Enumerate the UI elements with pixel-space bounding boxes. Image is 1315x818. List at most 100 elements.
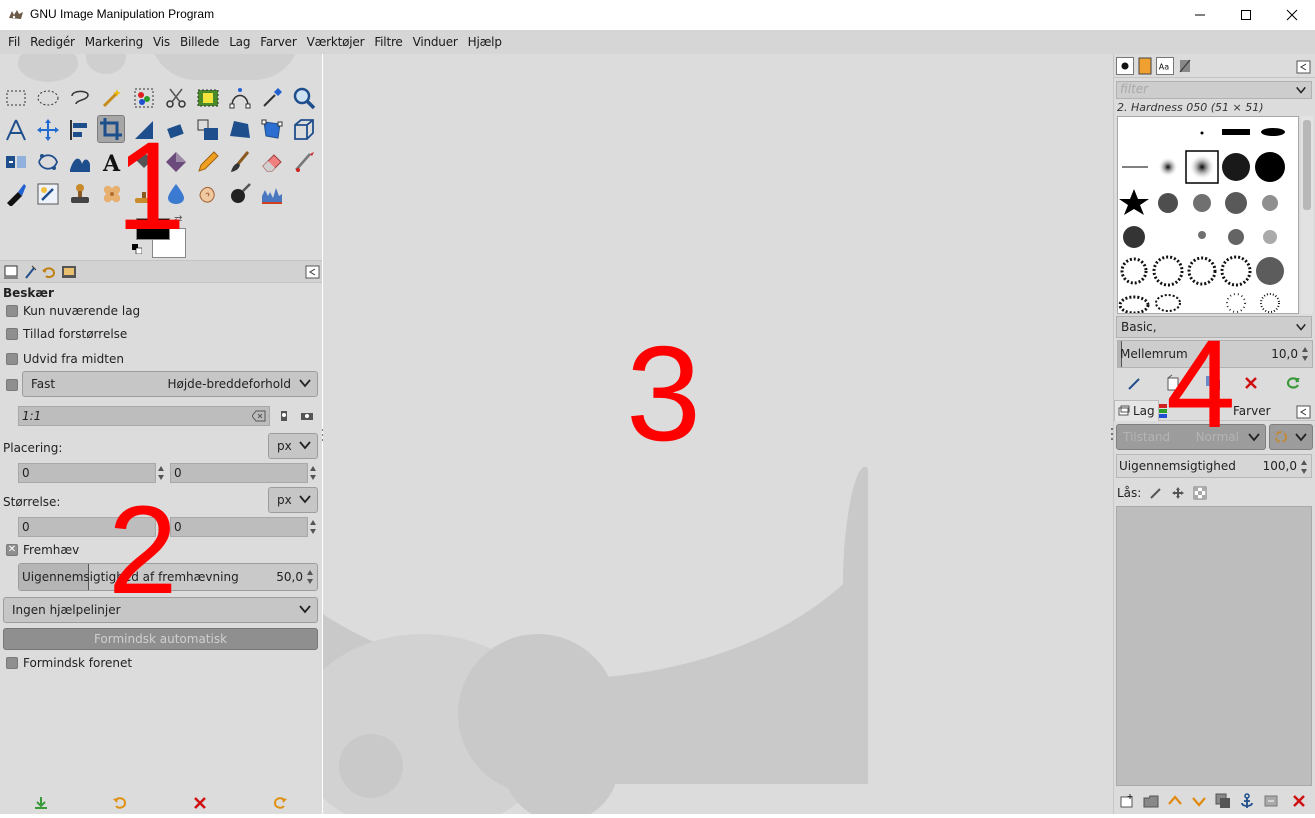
configure-tab-icon[interactable] [1295, 403, 1313, 421]
spin-arrows-icon[interactable] [1300, 344, 1310, 364]
allow-growing-checkbox[interactable] [6, 328, 18, 340]
menu-file[interactable]: Fil [3, 35, 25, 49]
position-y-input[interactable]: 0 [170, 463, 308, 483]
delete-options-icon[interactable] [192, 795, 208, 811]
fuzzy-select-tool[interactable] [98, 84, 126, 112]
unified-transform-tool[interactable] [258, 116, 286, 144]
clone-tool[interactable] [66, 180, 94, 208]
zoom-tool[interactable] [290, 84, 318, 112]
dodge-burn-tool[interactable] [226, 180, 254, 208]
shear-tool[interactable] [194, 116, 222, 144]
menu-image[interactable]: Billede [175, 35, 224, 49]
undo-history-tab-icon[interactable] [40, 264, 58, 280]
landscape-icon[interactable] [300, 410, 314, 422]
anchor-layer-icon[interactable] [1238, 792, 1256, 810]
expand-from-center-checkbox[interactable] [6, 353, 18, 365]
delete-layer-icon[interactable] [1290, 792, 1308, 810]
foreground-select-tool[interactable] [194, 84, 222, 112]
layer-list[interactable] [1116, 506, 1312, 786]
configure-tab-icon[interactable] [304, 264, 322, 280]
chevron-down-icon[interactable] [1295, 84, 1307, 96]
menu-view[interactable]: Vis [148, 35, 175, 49]
align-tool[interactable] [66, 116, 94, 144]
menu-colors[interactable]: Farver [255, 35, 301, 49]
lock-alpha-icon[interactable] [1193, 486, 1207, 500]
delete-brush-icon[interactable] [1242, 374, 1260, 392]
brush-scrollbar[interactable] [1301, 116, 1313, 314]
raise-layer-icon[interactable] [1166, 792, 1184, 810]
document-history-tab-icon[interactable] [1176, 57, 1194, 75]
smudge-tool[interactable] [194, 180, 222, 208]
device-status-tab-icon[interactable] [22, 264, 40, 280]
lock-position-icon[interactable] [1171, 486, 1185, 500]
airbrush-tool[interactable] [290, 148, 318, 176]
color-picker-tool[interactable] [258, 84, 286, 112]
position-x-input[interactable]: 0 [18, 463, 156, 483]
highlight-row[interactable]: ✕ Fremhæv [6, 541, 79, 559]
size-unit-combo[interactable]: px [268, 487, 318, 513]
restore-options-icon[interactable] [112, 795, 128, 811]
select-by-color-tool[interactable] [130, 84, 158, 112]
move-tool[interactable] [34, 116, 62, 144]
fixed-mode-combo[interactable]: Fast Højde-breddeforhold [22, 371, 318, 397]
resize-grip-icon[interactable] [1110, 426, 1114, 446]
save-options-icon[interactable] [33, 795, 49, 811]
minimize-button[interactable] [1177, 0, 1223, 30]
menu-edit[interactable]: Redigér [25, 35, 80, 49]
layers-tab[interactable]: Lag [1114, 400, 1159, 421]
close-button[interactable] [1269, 0, 1315, 30]
spin-arrows-icon[interactable] [156, 463, 166, 483]
spin-arrows-icon[interactable] [308, 463, 318, 483]
paths-tool[interactable] [226, 84, 254, 112]
tool-options-tab-icon[interactable] [2, 264, 20, 280]
current-layer-only-row[interactable]: Kun nuværende lag [6, 302, 140, 320]
lower-layer-icon[interactable] [1190, 792, 1208, 810]
fonts-tab-icon[interactable]: Aa [1156, 57, 1174, 75]
position-unit-combo[interactable]: px [268, 433, 318, 459]
new-layer-group-icon[interactable] [1142, 792, 1160, 810]
refresh-brushes-icon[interactable] [1284, 374, 1302, 392]
menu-filters[interactable]: Filtre [369, 35, 407, 49]
size-height-input[interactable]: 0 [170, 517, 308, 537]
measure-tool[interactable] [2, 116, 30, 144]
maximize-button[interactable] [1223, 0, 1269, 30]
pencil-tool[interactable] [194, 148, 222, 176]
eraser-tool[interactable] [258, 148, 286, 176]
spin-arrows-icon[interactable] [1299, 457, 1309, 477]
scrollbar-thumb[interactable] [1303, 120, 1311, 210]
spin-arrows-icon[interactable] [305, 567, 315, 587]
warp-transform-tool[interactable] [34, 148, 62, 176]
mypaint-brush-tool[interactable] [34, 180, 62, 208]
smudge-warp-tool[interactable] [66, 148, 94, 176]
fixed-checkbox[interactable] [6, 379, 18, 391]
scissors-select-tool[interactable] [162, 84, 190, 112]
clear-input-icon[interactable] [252, 410, 266, 422]
highlight-checkbox[interactable]: ✕ [6, 544, 18, 556]
patterns-tab-icon[interactable] [1136, 57, 1154, 75]
layer-mode-switch[interactable] [1269, 424, 1313, 450]
image-canvas[interactable] [323, 54, 1113, 814]
shrink-merged-checkbox[interactable] [6, 657, 18, 669]
layer-opacity-slider[interactable]: Uigennemsigtighed 100,0 [1116, 454, 1312, 478]
brush-grid[interactable] [1117, 116, 1299, 314]
menu-help[interactable]: Hjælp [463, 35, 507, 49]
menu-windows[interactable]: Vinduer [408, 35, 463, 49]
perspective-tool[interactable] [226, 116, 254, 144]
rect-select-tool[interactable] [2, 84, 30, 112]
images-tab-icon[interactable] [60, 264, 78, 280]
colors-tab[interactable]: Farver [1230, 400, 1274, 421]
portrait-icon[interactable] [278, 410, 290, 422]
edit-brush-icon[interactable] [1126, 374, 1144, 392]
shrink-merged-row[interactable]: Formindsk forenet [6, 654, 132, 672]
brushes-tab-icon[interactable] [1116, 57, 1134, 75]
duplicate-layer-icon[interactable] [1214, 792, 1232, 810]
flip-tool[interactable] [2, 148, 30, 176]
merge-layer-icon[interactable] [1262, 792, 1280, 810]
desaturate-tool[interactable] [258, 180, 286, 208]
lock-pixels-icon[interactable] [1149, 486, 1163, 500]
configure-tab-icon[interactable] [1295, 58, 1313, 76]
auto-shrink-button[interactable]: Formindsk automatisk [3, 628, 318, 650]
new-layer-icon[interactable] [1118, 792, 1136, 810]
free-select-tool[interactable] [66, 84, 94, 112]
cage-transform-tool[interactable] [290, 116, 318, 144]
